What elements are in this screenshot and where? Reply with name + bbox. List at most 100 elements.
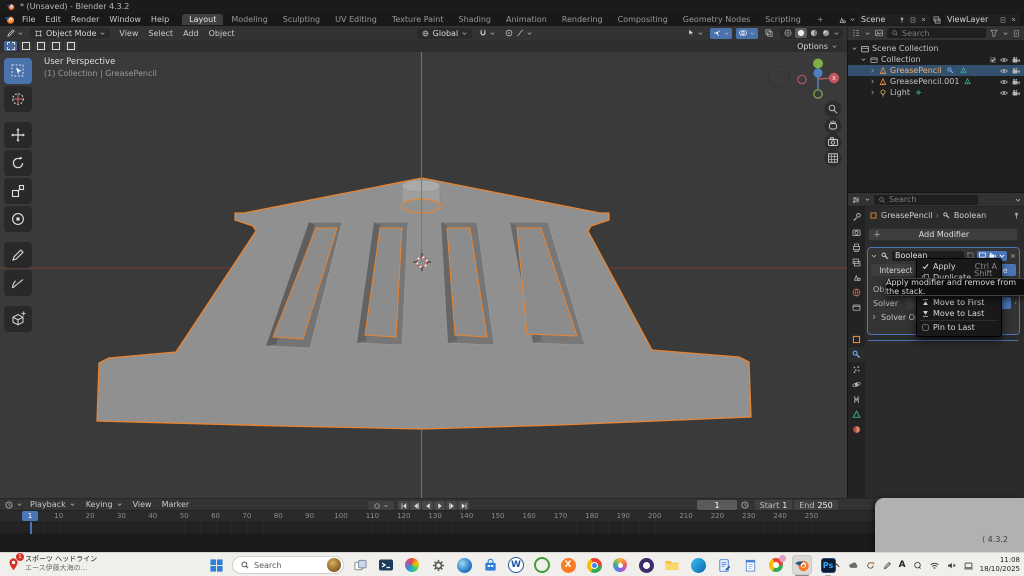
tray-laptop-icon[interactable] [963, 560, 974, 571]
workspace-tab-scripting[interactable]: Scripting [758, 14, 808, 25]
outliner-row-greasepencil-001[interactable]: GreasePencil.001 [848, 76, 1024, 87]
taskbar-app-chrome[interactable] [584, 555, 604, 575]
new-scene-icon[interactable] [909, 16, 917, 24]
play-rev-button[interactable] [422, 501, 433, 510]
tray-ime-a-icon[interactable]: A [899, 560, 906, 570]
properties-tab-constraints[interactable] [848, 392, 865, 407]
viewlayer-icon[interactable] [932, 15, 942, 25]
taskbar-app-powershell[interactable] [376, 555, 396, 575]
object-visibility-dropdown[interactable] [684, 28, 706, 39]
eye-toggle-icon[interactable] [999, 66, 1009, 76]
filter-type-icon[interactable] [874, 28, 884, 38]
new-collection-icon[interactable] [1012, 29, 1021, 38]
select-mode-intersect[interactable] [64, 41, 77, 51]
properties-search-input[interactable]: Search [874, 195, 978, 205]
workspace-tab-geometry-nodes[interactable]: Geometry Nodes [676, 14, 757, 25]
camera-toggle-icon[interactable] [1011, 88, 1021, 98]
3d-viewport[interactable]: X User Perspective (1) Collection | Grea… [0, 52, 847, 498]
eye-toggle-icon[interactable] [999, 77, 1009, 87]
viewport-menu-object[interactable]: Object [204, 29, 240, 38]
outliner-row-scene collection[interactable]: Scene Collection [848, 43, 1024, 54]
next-key-button[interactable] [446, 501, 457, 510]
add-modifier-button[interactable]: ＋ Add Modifier [868, 228, 1018, 241]
scene-icon[interactable] [837, 15, 847, 25]
rendered-shading-icon[interactable] [821, 28, 831, 38]
taskbar-clock[interactable]: 11:08 18/10/2025 [980, 556, 1020, 574]
select-mode-extend[interactable] [19, 41, 32, 51]
tray-status-circle-icon[interactable] [912, 560, 923, 571]
tray-pen-icon[interactable] [882, 560, 893, 571]
operation-intersect[interactable]: Intersect [871, 264, 921, 276]
tool-select-box[interactable] [4, 58, 32, 84]
play-button[interactable] [434, 501, 445, 510]
properties-tab-output[interactable] [848, 240, 865, 255]
chevron-down-icon[interactable] [864, 30, 871, 37]
workspace-tab-shading[interactable]: Shading [451, 14, 498, 25]
properties-tab-view-layer[interactable] [848, 255, 865, 270]
timeline-menu-keying[interactable]: Keying [81, 500, 128, 509]
outliner-search-input[interactable]: Search [887, 28, 986, 38]
menu-help[interactable]: Help [146, 15, 174, 24]
menu-window[interactable]: Window [104, 15, 146, 24]
start-button[interactable] [206, 555, 226, 575]
outliner-row-light[interactable]: Light [848, 87, 1024, 98]
start-frame-field[interactable]: Start1 [755, 500, 792, 510]
eye-toggle-icon[interactable] [999, 88, 1009, 98]
properties-tab-world[interactable] [848, 285, 865, 300]
menu-item-move-to-last[interactable]: Move to Last [917, 308, 1001, 319]
properties-tab-particles[interactable] [848, 362, 865, 377]
mode-dropdown[interactable]: Object Mode [30, 28, 110, 39]
taskbar-app-blender[interactable] [792, 555, 812, 575]
material-shading-icon[interactable] [809, 28, 819, 38]
tool-measure[interactable] [4, 270, 32, 296]
close-icon[interactable] [920, 16, 927, 23]
prev-key-button[interactable] [410, 501, 421, 510]
viewport-menu-add[interactable]: Add [178, 29, 204, 38]
workspace-tab-uv-editing[interactable]: UV Editing [328, 14, 384, 25]
tray-sync-icon[interactable] [865, 560, 876, 571]
gizmos-toggle[interactable] [710, 28, 732, 39]
chevron-down-icon[interactable] [864, 196, 871, 203]
workspace-tab-texture-paint[interactable]: Texture Paint [385, 14, 451, 25]
collapse-icon[interactable] [851, 45, 858, 52]
expand-icon[interactable] [869, 67, 876, 74]
tool-annotate[interactable] [4, 242, 32, 268]
menu-render[interactable]: Render [66, 15, 104, 24]
menu-edit[interactable]: Edit [40, 15, 66, 24]
proportional-edit-toggle[interactable] [502, 28, 535, 39]
tray-chevron-up-icon[interactable] [831, 560, 842, 571]
outliner-row-greasepencil[interactable]: GreasePencil [848, 65, 1024, 76]
scene-chevron-icon[interactable] [849, 16, 856, 23]
tray-volume-muted-icon[interactable] [946, 560, 957, 571]
xray-toggle[interactable] [762, 28, 776, 39]
menu-file[interactable]: File [17, 15, 40, 24]
viewport-menu-select[interactable]: Select [143, 29, 178, 38]
snap-toggle[interactable] [476, 28, 498, 39]
breadcrumb-object[interactable]: GreasePencil [881, 211, 933, 220]
chevron-down-icon[interactable] [1014, 196, 1022, 204]
panel-expand-icon[interactable] [870, 252, 878, 260]
workspace-tab-rendering[interactable]: Rendering [555, 14, 610, 25]
options-button[interactable]: Options [792, 41, 843, 52]
taskbar-app-github[interactable] [636, 555, 656, 575]
chevron-down-icon[interactable] [16, 501, 23, 508]
camera-toggle-icon[interactable] [1011, 77, 1021, 87]
tool-cursor[interactable] [4, 86, 32, 112]
jump-first-button[interactable] [398, 501, 409, 510]
timeline-ruler[interactable]: 1 10203040506070809010011012013014015016… [0, 511, 875, 522]
tool-move[interactable] [4, 122, 32, 148]
workspace-tab-modeling[interactable]: Modeling [224, 14, 274, 25]
window-titlebar[interactable]: * (Unsaved) - Blender 4.3.2 [0, 0, 1024, 13]
expand-icon[interactable] [869, 78, 876, 85]
select-mode-new[interactable] [4, 41, 17, 51]
properties-editor-icon[interactable] [851, 195, 861, 205]
tool-rotate[interactable] [4, 150, 32, 176]
chevron-down-icon[interactable] [1002, 30, 1009, 37]
taskbar-app-store[interactable] [480, 555, 500, 575]
workspace-tab-layout[interactable]: Layout [182, 14, 223, 25]
properties-tab-physics[interactable] [848, 377, 865, 392]
properties-tab-tool[interactable] [848, 210, 865, 225]
workspace-tab-animation[interactable]: Animation [499, 14, 554, 25]
scene-selector[interactable]: Scene [858, 14, 930, 25]
taskbar-app-notepad[interactable] [740, 555, 760, 575]
